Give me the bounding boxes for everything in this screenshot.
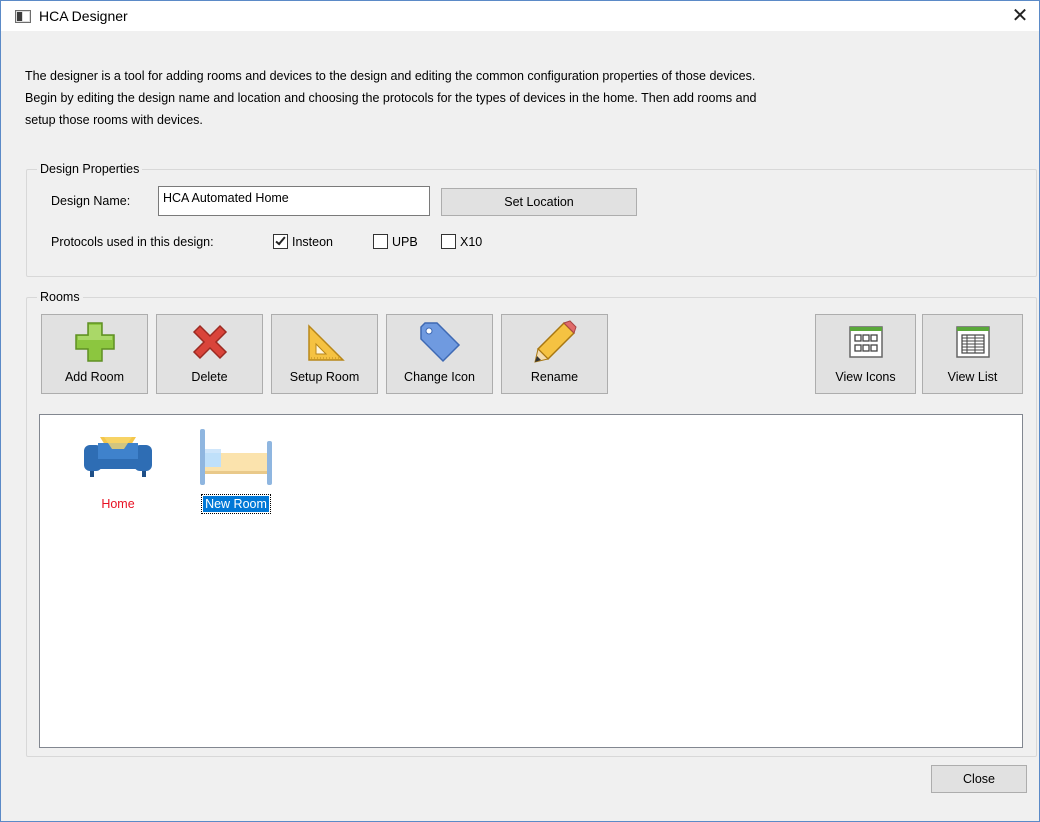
hca-designer-window: HCA Designer ✕ The designer is a tool fo… — [0, 0, 1040, 822]
setup-room-button[interactable]: Setup Room — [271, 314, 378, 394]
room-label-home: Home — [101, 497, 135, 511]
delete-button[interactable]: Delete — [156, 314, 263, 394]
insteon-label[interactable]: Insteon — [292, 234, 333, 250]
view-icons-label: View Icons — [835, 370, 896, 384]
close-button[interactable]: Close — [931, 765, 1027, 793]
insteon-checkbox[interactable] — [273, 234, 288, 249]
sofa-icon — [68, 425, 168, 487]
rooms-group: Rooms Add Room Delete Setup Room Change … — [26, 289, 1037, 757]
tag-icon — [387, 319, 492, 365]
title-bar: HCA Designer ✕ — [1, 1, 1039, 31]
add-room-button[interactable]: Add Room — [41, 314, 148, 394]
x10-checkbox[interactable] — [441, 234, 456, 249]
window-title: HCA Designer — [39, 8, 128, 24]
setup-room-label: Setup Room — [289, 370, 360, 384]
rename-button[interactable]: Rename — [501, 314, 608, 394]
upb-checkbox[interactable] — [373, 234, 388, 249]
plus-icon — [42, 319, 147, 365]
room-item-home[interactable]: Home — [68, 425, 168, 512]
intro-line-1: The designer is a tool for adding rooms … — [25, 69, 756, 83]
pencil-icon — [502, 319, 607, 365]
view-list-button[interactable]: View List — [922, 314, 1023, 394]
delete-label: Delete — [191, 370, 228, 384]
design-name-label: Design Name: — [51, 194, 131, 208]
x10-label[interactable]: X10 — [460, 234, 482, 250]
intro-line-3: setup those rooms with devices. — [25, 113, 203, 127]
intro-line-2: Begin by editing the design name and loc… — [25, 91, 757, 105]
design-properties-legend: Design Properties — [37, 161, 143, 177]
add-room-label: Add Room — [64, 370, 125, 384]
rename-label: Rename — [530, 370, 579, 384]
design-properties-group: Design Properties Design Name: HCA Autom… — [26, 161, 1037, 277]
upb-label[interactable]: UPB — [392, 234, 418, 250]
view-icons-button[interactable]: View Icons — [815, 314, 916, 394]
room-label-new-room[interactable]: New Room — [201, 494, 271, 514]
icon-grid-icon — [816, 319, 915, 365]
view-list-label: View List — [947, 370, 998, 384]
app-window-icon — [15, 10, 31, 23]
red-x-icon — [157, 319, 262, 365]
design-name-input[interactable]: HCA Automated Home — [158, 186, 430, 216]
room-item-new-room[interactable]: New Room — [186, 425, 286, 514]
protocols-label: Protocols used in this design: — [51, 235, 214, 249]
set-square-icon — [272, 319, 377, 365]
list-view-icon — [923, 319, 1022, 365]
window-close-icon[interactable]: ✕ — [1005, 3, 1035, 29]
bed-icon — [186, 425, 286, 487]
checkmark-icon — [275, 234, 286, 246]
rooms-list-view[interactable]: Home New Room — [39, 414, 1023, 748]
intro-text: The designer is a tool for adding rooms … — [25, 65, 1025, 131]
rooms-legend: Rooms — [37, 289, 83, 305]
change-icon-label: Change Icon — [404, 370, 475, 384]
set-location-button[interactable]: Set Location — [441, 188, 637, 216]
change-icon-button[interactable]: Change Icon — [386, 314, 493, 394]
